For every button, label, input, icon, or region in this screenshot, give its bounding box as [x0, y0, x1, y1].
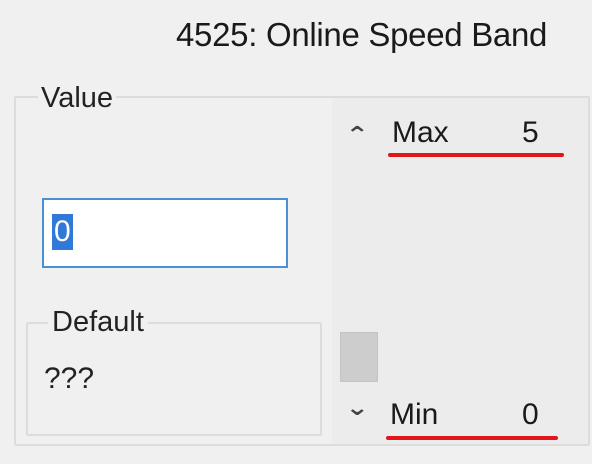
value-group-label: Value	[38, 82, 117, 115]
value-input[interactable]: 0	[42, 198, 288, 268]
chevron-down-icon[interactable]: ⌄	[345, 395, 369, 421]
value-input-selected-text: 0	[52, 214, 73, 250]
chevron-up-icon[interactable]: ⌃	[345, 122, 369, 148]
slider-track[interactable]	[336, 120, 380, 440]
min-label: Min	[390, 398, 439, 431]
min-underline-annotation	[386, 436, 558, 440]
max-value: 5	[522, 116, 539, 149]
max-label: Max	[392, 116, 449, 149]
dialog-title: 4525: Online Speed Band	[176, 16, 548, 53]
default-group-label: Default	[48, 306, 148, 339]
default-value: ???	[44, 362, 95, 395]
min-value: 0	[522, 398, 539, 431]
max-underline-annotation	[388, 153, 564, 157]
slider-thumb[interactable]	[340, 332, 378, 382]
